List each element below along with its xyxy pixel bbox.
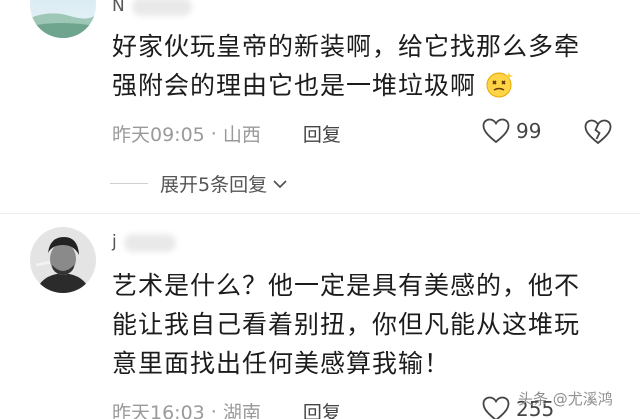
- like-button[interactable]: 99: [482, 118, 541, 144]
- username[interactable]: j: [112, 232, 117, 252]
- comment-meta: 昨天09:05 · 山西 回复: [112, 120, 341, 147]
- comment-line: 好家伙玩皇帝的新装啊，给它找那么多牵: [112, 32, 581, 61]
- avatar[interactable]: [30, 0, 96, 38]
- heart-icon: [482, 118, 510, 144]
- expand-replies-label: 展开5条回复: [160, 174, 268, 196]
- comment-line: 意里面找出任何美感算我输！: [112, 349, 451, 378]
- reply-button[interactable]: 回复: [303, 120, 341, 147]
- avatar[interactable]: [30, 227, 96, 293]
- heart-icon: [482, 396, 510, 419]
- dizzy-face-emoji-icon: [486, 72, 513, 98]
- username-blur: [124, 234, 176, 252]
- like-count: 99: [516, 119, 542, 143]
- comment-line: 艺术是什么？他一定是具有美感的，他不: [112, 271, 581, 300]
- reply-button[interactable]: 回复: [303, 398, 341, 419]
- comment-text: 好家伙玩皇帝的新装啊，给它找那么多牵 强附会的理由它也是一堆垃圾啊: [112, 27, 622, 105]
- watermark: 头条 @尤溪鸿: [518, 390, 613, 408]
- comment-text: 艺术是什么？他一定是具有美感的，他不 能让我自己看着别扭，你但凡能从这堆玩 意里…: [112, 266, 622, 383]
- dislike-button[interactable]: [584, 119, 612, 145]
- username[interactable]: N: [112, 0, 125, 16]
- comment-list: N 好家伙玩皇帝的新装啊，给它找那么多牵 强附会的理由它也是一堆垃圾啊 昨天09…: [0, 0, 640, 419]
- portrait-avatar-image: [30, 227, 96, 293]
- comment-line: 强附会的理由它也是一堆垃圾啊: [112, 66, 622, 105]
- location: 山西: [222, 124, 261, 146]
- broken-heart-icon: [584, 119, 612, 145]
- expand-line: [110, 183, 148, 184]
- chevron-down-icon: [273, 179, 287, 188]
- timestamp: 昨天09:05: [112, 124, 205, 146]
- comment-line: 能让我自己看着别扭，你但凡能从这堆玩: [112, 310, 581, 339]
- divider: [0, 213, 640, 214]
- username-blur: [132, 0, 192, 16]
- separator: ·: [210, 122, 217, 145]
- landscape-avatar-image: [30, 0, 96, 38]
- location: 湖南: [222, 402, 261, 419]
- timestamp: 昨天16:03: [112, 402, 205, 419]
- expand-replies-button[interactable]: 展开5条回复: [110, 170, 289, 197]
- comment-meta: 昨天16:03 · 湖南 回复: [112, 398, 341, 419]
- separator: ·: [210, 400, 217, 419]
